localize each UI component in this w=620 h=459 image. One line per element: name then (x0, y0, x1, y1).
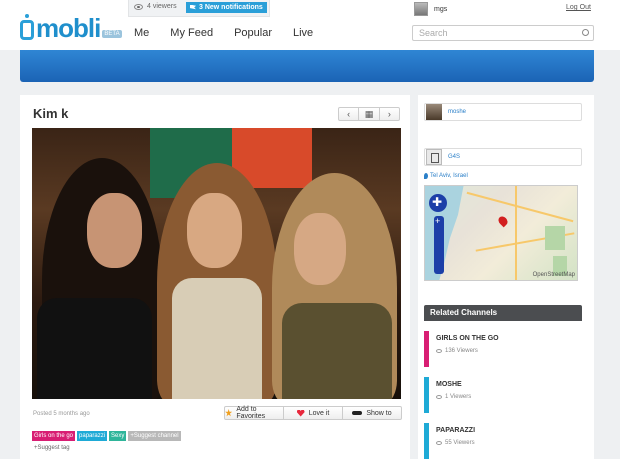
heart-icon (296, 409, 305, 417)
uploader-link[interactable]: moshe (424, 103, 582, 121)
location-text: Tel Aviv, Israel (430, 173, 468, 179)
channel-link[interactable]: G4S (424, 148, 582, 166)
suggest-channel-button[interactable]: +Suggest channel (128, 431, 181, 441)
map-credit[interactable]: OpenStreetMap (533, 272, 575, 278)
eye-icon (134, 3, 143, 10)
search-placeholder: Search (419, 28, 448, 38)
grid-icon[interactable]: ▦ (359, 108, 380, 120)
pan-control-icon[interactable] (429, 194, 447, 212)
next-arrow-icon[interactable]: › (380, 108, 399, 120)
related-channel-item[interactable]: GIRLS ON THE GO 136 Viewers (424, 331, 582, 367)
media-pager: ‹ ▦ › (338, 107, 400, 121)
notifications-button[interactable]: 3 New notifications (186, 2, 267, 13)
notifications-text: 3 New notifications (199, 4, 263, 11)
glasses-icon (352, 411, 363, 415)
location-map[interactable]: + OpenStreetMap (424, 185, 578, 281)
love-it-button[interactable]: Love it (284, 407, 343, 419)
username: mgs (434, 5, 448, 13)
viewers-text: 4 viewers (147, 3, 177, 10)
posted-time: Posted 5 months ago (33, 411, 90, 417)
uploader-name: moshe (448, 109, 467, 115)
related-channel-item[interactable]: PAPARAZZI 55 Viewers (424, 423, 582, 459)
eye-icon (436, 441, 442, 445)
add-favorites-button[interactable]: Add to Favorites (225, 406, 284, 420)
main-nav: Me My Feed Popular Live (134, 27, 334, 39)
top-bar: mobli BETA 4 viewers 3 New notifications… (0, 0, 620, 50)
uploader-avatar (426, 104, 442, 120)
user-menu[interactable]: mgs (414, 2, 447, 16)
tag-girls-on-the-go[interactable]: Girls on the go (32, 431, 76, 441)
flag-icon (190, 4, 196, 10)
tag-list: Girls on the go paparazzi Sexy +Suggest … (32, 431, 181, 441)
logo-text: mobli (36, 13, 101, 43)
logo-mark-icon (20, 14, 34, 40)
beta-badge: BETA (102, 30, 122, 38)
nav-my-feed[interactable]: My Feed (170, 27, 213, 39)
nav-me[interactable]: Me (134, 27, 149, 39)
logout-link[interactable]: Log Out (566, 4, 591, 11)
phone-icon (426, 149, 442, 165)
nav-popular[interactable]: Popular (234, 27, 272, 39)
channel-name: G4S (448, 154, 461, 160)
avatar (414, 2, 428, 16)
eye-icon (436, 349, 442, 353)
search-input[interactable]: Search (412, 25, 594, 41)
nav-live[interactable]: Live (293, 27, 313, 39)
prev-arrow-icon[interactable]: ‹ (339, 108, 360, 120)
suggest-tag-button[interactable]: +Suggest tag (34, 445, 70, 451)
star-icon (225, 409, 233, 417)
map-marker-icon[interactable] (496, 214, 510, 228)
media-title: Kim k (33, 106, 69, 121)
viewers-count: 4 viewers (134, 3, 177, 10)
zoom-in-icon[interactable]: + (435, 216, 440, 226)
media-photo[interactable] (32, 128, 401, 399)
media-panel: Kim k ‹ ▦ › Posted 5 months ago Add to F… (20, 95, 410, 459)
location-link[interactable]: Tel Aviv, Israel (424, 173, 468, 179)
sidebar: moshe G4S Tel Aviv, Israel + OpenStreetM… (418, 95, 594, 459)
tag-paparazzi[interactable]: paparazzi (77, 431, 108, 441)
show-to-button[interactable]: Show to (343, 407, 401, 419)
related-channel-item[interactable]: MOSHE 1 Viewers (424, 377, 582, 413)
search-icon[interactable] (582, 29, 589, 36)
media-actions: Add to Favorites Love it Show to (224, 406, 402, 420)
tag-sexy[interactable]: Sexy (109, 431, 127, 441)
eye-icon (436, 395, 442, 399)
related-channels-heading: Related Channels (424, 305, 582, 321)
banner (20, 50, 594, 82)
pin-icon (424, 173, 428, 179)
mobli-logo[interactable]: mobli BETA (20, 13, 122, 43)
